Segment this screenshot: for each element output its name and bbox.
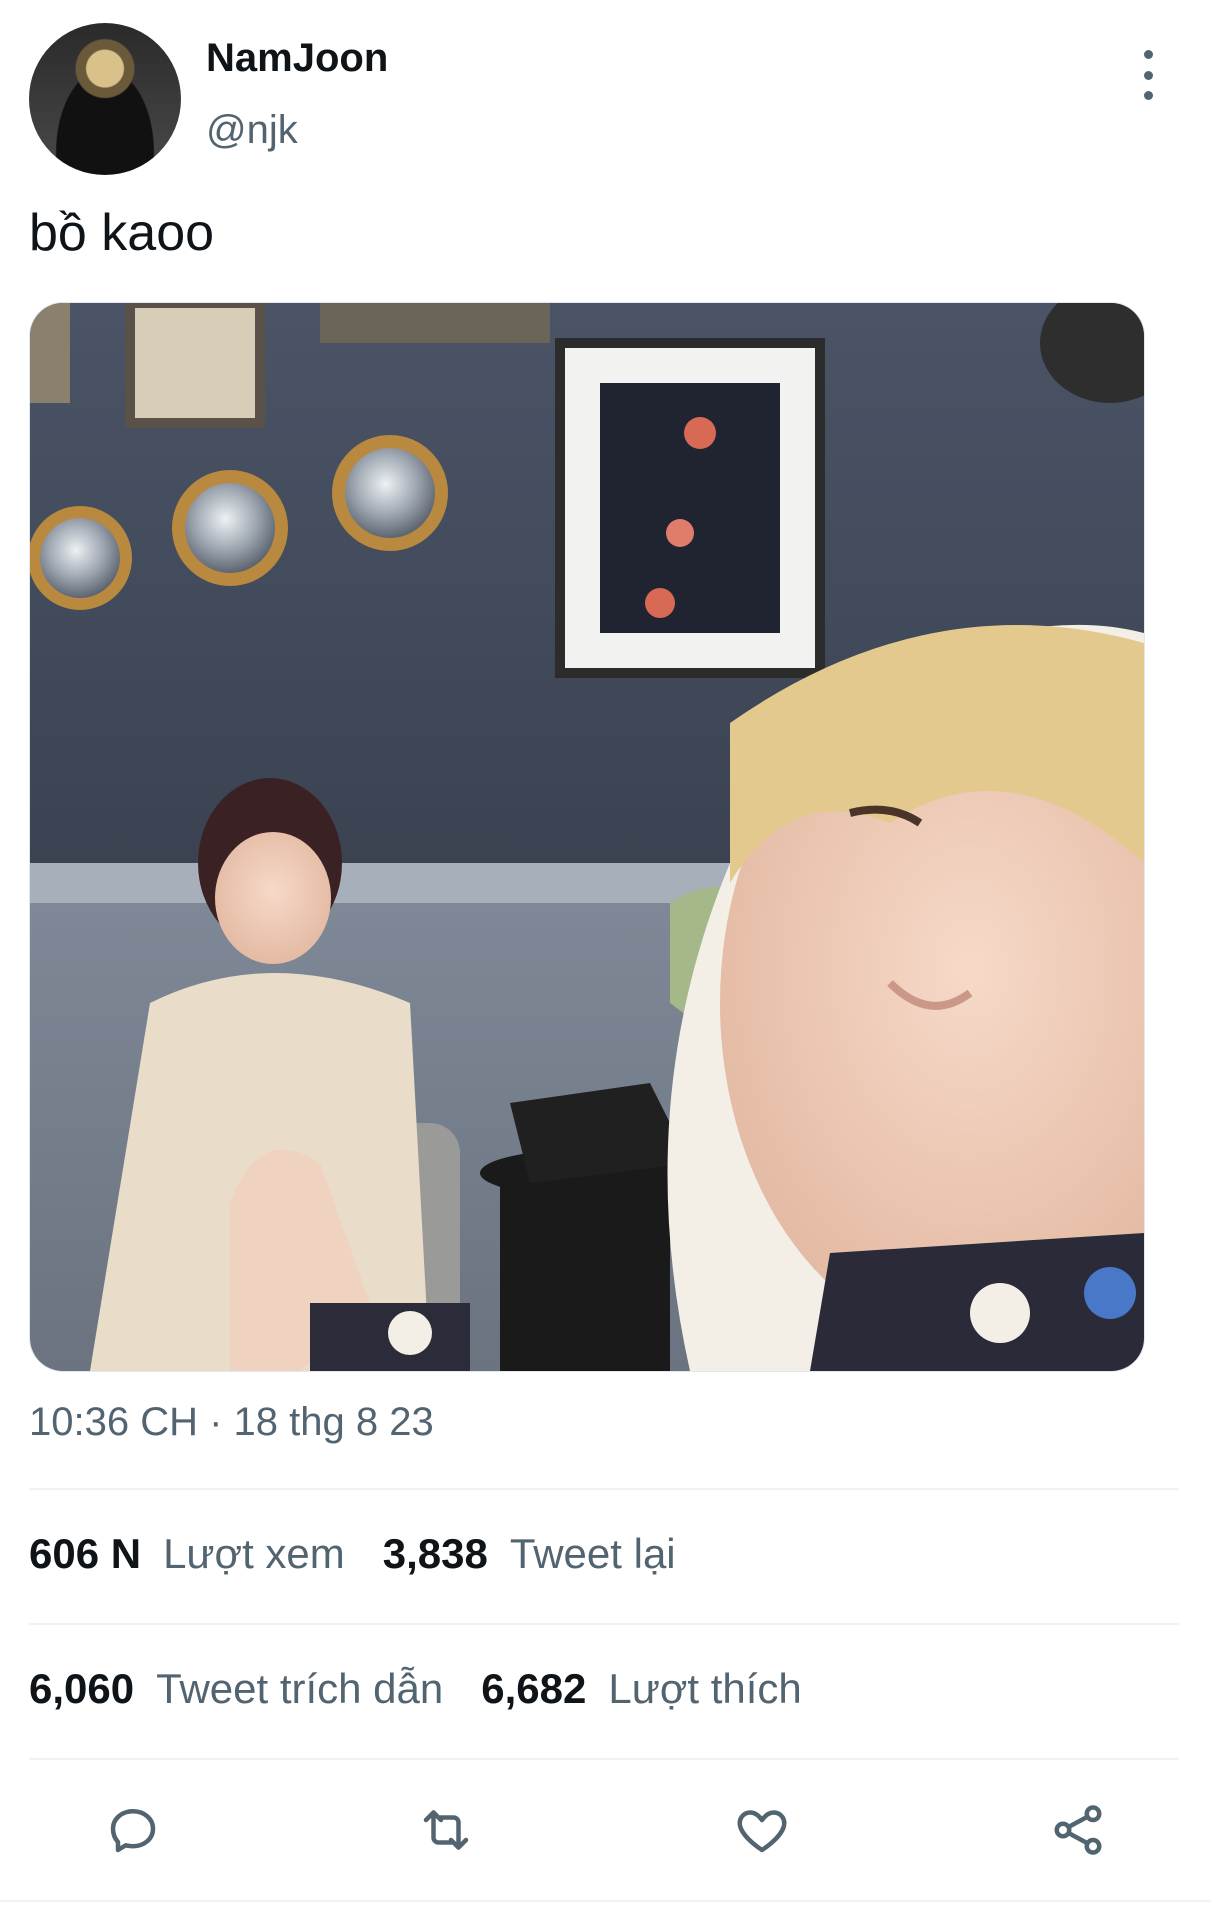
display-name[interactable]: NamJoon: [206, 36, 388, 81]
likes-label[interactable]: Lượt thích: [608, 1665, 801, 1713]
likes-count[interactable]: 6,682: [481, 1665, 586, 1713]
reply-icon[interactable]: [93, 1790, 173, 1870]
more-options-icon[interactable]: [1130, 50, 1166, 100]
quotes-count[interactable]: 6,060: [29, 1665, 134, 1713]
stats-row-1: 606 N Lượt xem 3,838 Tweet lại: [29, 1530, 714, 1578]
divider: [0, 1900, 1211, 1902]
action-bar: [0, 1790, 1211, 1870]
more-dot: [1143, 50, 1153, 59]
views-label: Lượt xem: [163, 1530, 345, 1577]
retweets-label[interactable]: Tweet lại: [510, 1530, 676, 1578]
more-dot: [1143, 91, 1153, 100]
views-count: 606 N: [29, 1530, 142, 1577]
more-dot: [1143, 70, 1153, 80]
share-icon[interactable]: [1038, 1790, 1118, 1870]
tweet-timestamp[interactable]: 10:36 CH · 18 thg 8 23: [29, 1400, 434, 1445]
user-handle[interactable]: @njk: [206, 108, 298, 153]
tweet-photo[interactable]: [29, 302, 1145, 1372]
stats-row-2: 6,060 Tweet trích dẫn 6,682 Lượt thích: [29, 1665, 840, 1713]
retweets-count[interactable]: 3,838: [383, 1530, 488, 1578]
quotes-label[interactable]: Tweet trích dẫn: [156, 1665, 443, 1713]
divider: [29, 1488, 1179, 1490]
retweet-icon[interactable]: [406, 1790, 486, 1870]
heart-icon[interactable]: [722, 1790, 802, 1870]
photo-illustration: [30, 303, 1144, 1371]
divider: [29, 1758, 1179, 1760]
divider: [29, 1623, 1179, 1625]
avatar[interactable]: [29, 23, 181, 175]
tweet-text: bồ kaoo: [29, 204, 215, 262]
